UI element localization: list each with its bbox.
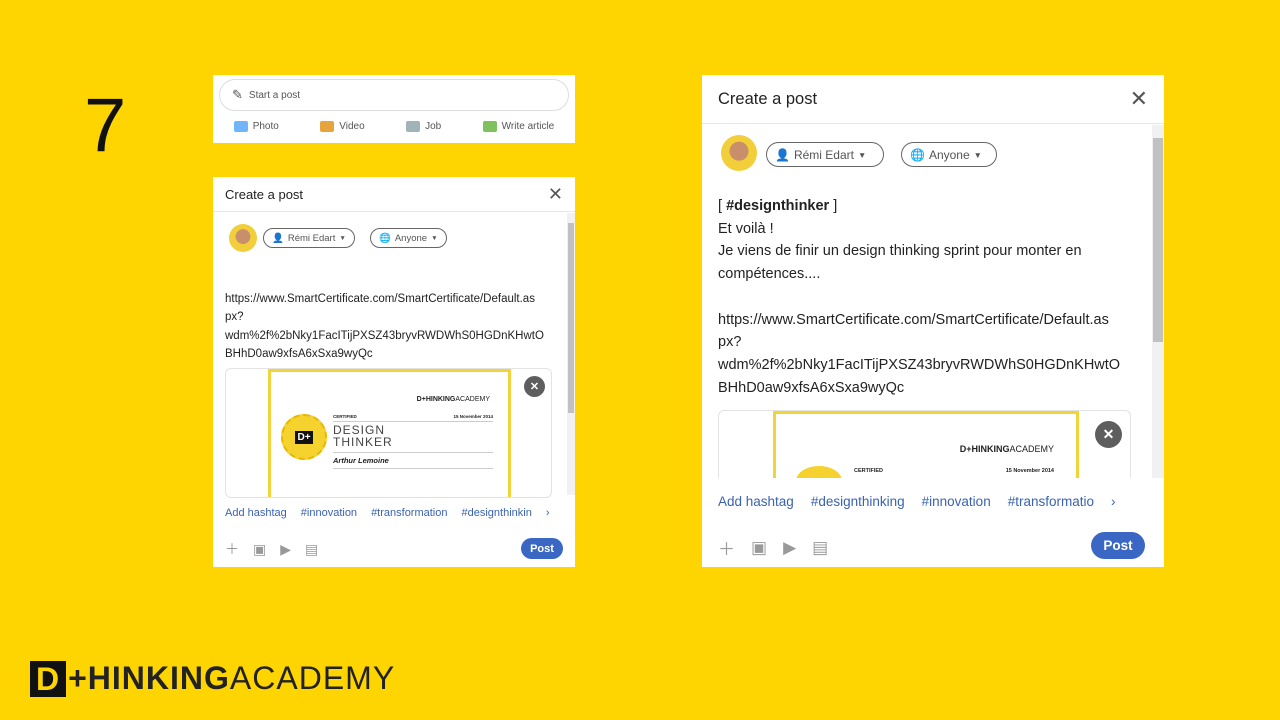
document-icon[interactable]: ▤ [812,538,828,558]
certificate-image: D+HINKINGACADEMY D+ CERTIFIED 15 November… [268,369,511,497]
image-icon[interactable]: ▣ [751,538,767,558]
post-button[interactable]: Post [1091,532,1145,559]
video-icon[interactable]: ▶ [783,538,796,558]
hashtag-chip[interactable]: #innovation [301,507,357,519]
avatar [229,224,257,252]
hashtag-chip[interactable]: #transformatio [1008,494,1094,509]
article-icon [482,121,497,132]
hashtag-chip[interactable]: #designthinking [811,494,905,509]
post-button[interactable]: Post [521,538,563,559]
plus-icon[interactable]: ＋ [718,535,735,560]
globe-icon: 🌐 [910,147,925,162]
globe-icon: 🌐 [379,232,391,244]
job-icon [406,121,421,132]
close-icon[interactable]: ✕ [548,184,563,205]
hashtag-chip[interactable]: #transformation [371,507,447,519]
start-post-box: ✎ Start a post Photo Video Job Write art… [213,75,575,143]
caret-down-icon: ▼ [857,149,867,160]
person-icon: 👤 [272,232,284,244]
person-icon: 👤 [775,147,790,162]
scrollbar[interactable] [567,213,575,495]
footer-logo: D +HINKING ACADEMY [30,660,395,697]
add-hashtag-button[interactable]: Add hashtag [225,507,287,519]
image-icon[interactable]: ▣ [253,541,266,558]
link-preview-card[interactable]: D+HINKINGACADEMY CERTIFIED 15 November 20… [718,410,1131,478]
video-icon[interactable]: ▶ [280,541,291,558]
certificate-image: D+HINKINGACADEMY CERTIFIED 15 November 20… [773,411,1079,478]
create-post-modal-large: Create a post ✕ 👤 Rémi Edart ▼ 🌐 Anyone ▼ [ … [702,75,1164,567]
video-icon [320,121,335,132]
post-text[interactable]: [ #designthinker ] Et voilà ! Je viens d… [718,195,1120,399]
hashtag-chip[interactable]: #innovation [922,494,991,509]
avatar [721,135,757,171]
scrollbar[interactable] [1152,125,1164,478]
add-hashtag-button[interactable]: Add hashtag [718,494,794,509]
caret-down-icon: ▼ [973,149,982,160]
visibility-selector[interactable]: 🌐 Anyone ▼ [370,228,447,248]
hashtag[interactable]: #designthinker [726,198,829,214]
chevron-right-icon[interactable]: › [1111,494,1116,509]
photo-button[interactable]: Photo [233,121,279,132]
link-preview-card[interactable]: D+HINKINGACADEMY D+ CERTIFIED 15 November… [225,368,552,498]
visibility-selector[interactable]: 🌐 Anyone ▼ [901,142,997,167]
start-post-input[interactable]: ✎ Start a post [219,79,569,111]
caret-down-icon: ▼ [431,234,438,242]
author-selector[interactable]: 👤 Rémi Edart ▼ [766,142,884,167]
job-button[interactable]: Job [406,121,441,132]
caret-down-icon: ▼ [339,234,346,242]
document-icon[interactable]: ▤ [305,541,318,558]
modal-title: Create a post [225,186,304,202]
remove-preview-button[interactable]: ✕ [1095,421,1122,448]
create-post-modal-small: Create a post ✕ 👤 Rémi Edart ▼ 🌐 Anyone ▼ ht… [213,177,575,567]
edit-icon: ✎ [232,87,243,102]
certificate-badge [796,466,842,478]
plus-icon[interactable]: ＋ [225,539,239,559]
step-number: 7 [84,83,127,168]
modal-title: Create a post [718,89,818,108]
chevron-right-icon[interactable]: › [546,507,550,519]
post-text[interactable]: https://www.SmartCertificate.com/SmartCe… [225,290,544,363]
close-icon[interactable]: ✕ [1130,86,1148,112]
author-selector[interactable]: 👤 Rémi Edart ▼ [263,228,355,248]
certificate-badge: D+ [281,414,327,460]
photo-icon [233,121,248,132]
hashtag-chip[interactable]: #designthinkin [462,507,532,519]
remove-preview-button[interactable]: ✕ [524,376,545,397]
video-button[interactable]: Video [320,121,365,132]
write-article-button[interactable]: Write article [482,121,554,132]
